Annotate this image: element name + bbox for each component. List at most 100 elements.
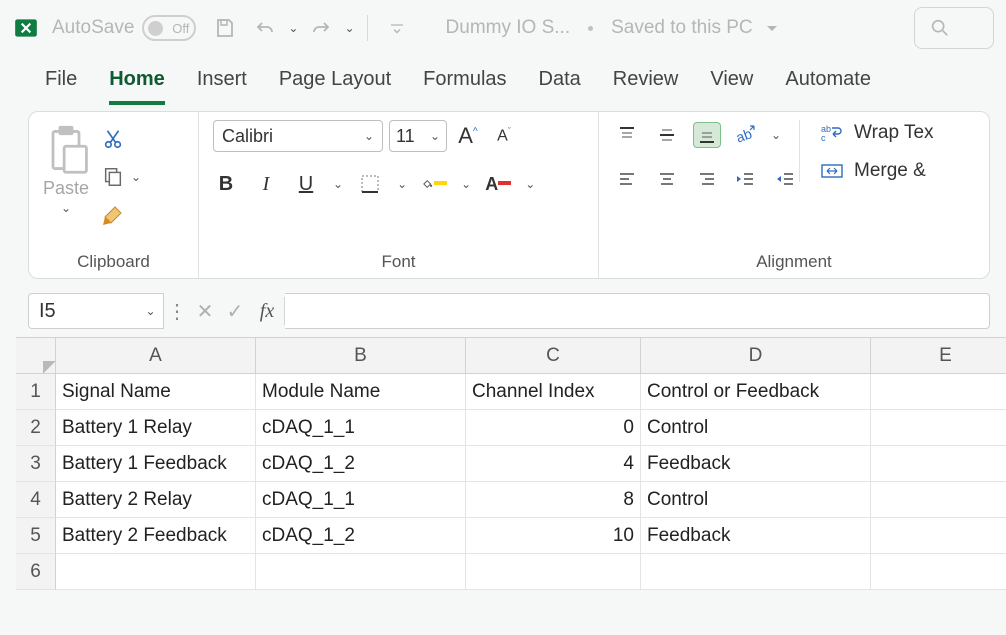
- cell-a1[interactable]: Signal Name: [56, 374, 256, 410]
- cell-d5[interactable]: Feedback: [641, 518, 871, 554]
- format-painter-button[interactable]: [99, 202, 127, 228]
- search-box[interactable]: [914, 7, 994, 49]
- chevron-down-icon[interactable]: ⌄: [397, 177, 407, 191]
- row-header-4[interactable]: 4: [16, 482, 56, 518]
- underline-button[interactable]: U: [293, 170, 319, 198]
- decrease-indent-button[interactable]: [731, 166, 759, 192]
- chevron-down-icon[interactable]: ⌄: [525, 177, 535, 191]
- cell-c3[interactable]: 4: [466, 446, 641, 482]
- cell-e1[interactable]: [871, 374, 1006, 410]
- col-header-a[interactable]: A: [56, 338, 256, 374]
- formula-bar-options[interactable]: ⋮: [168, 293, 186, 329]
- align-left-button[interactable]: [613, 166, 641, 192]
- paste-button[interactable]: Paste ⌄: [43, 120, 89, 215]
- merge-center-button[interactable]: Merge &: [820, 160, 934, 182]
- col-header-e[interactable]: E: [871, 338, 1006, 374]
- align-right-button[interactable]: [693, 166, 721, 192]
- cell-e2[interactable]: [871, 410, 1006, 446]
- row-header-1[interactable]: 1: [16, 374, 56, 410]
- autosave-toggle[interactable]: Off: [142, 15, 196, 41]
- font-name-dropdown[interactable]: Calibri ⌄: [213, 120, 383, 152]
- align-bottom-button[interactable]: [693, 122, 721, 148]
- row-header-6[interactable]: 6: [16, 554, 56, 590]
- save-icon[interactable]: [208, 11, 242, 45]
- copy-button[interactable]: [99, 164, 127, 190]
- cell-a2[interactable]: Battery 1 Relay: [56, 410, 256, 446]
- cell-e4[interactable]: [871, 482, 1006, 518]
- bold-button[interactable]: B: [213, 170, 239, 198]
- redo-button[interactable]: [304, 11, 338, 45]
- font-size-dropdown[interactable]: 11 ⌄: [389, 120, 447, 152]
- enter-icon[interactable]: ✓: [220, 293, 250, 329]
- undo-chevron-icon[interactable]: ⌄: [288, 21, 298, 35]
- cell-b6[interactable]: [256, 554, 466, 590]
- formula-input[interactable]: [285, 293, 990, 329]
- cell-b2[interactable]: cDAQ_1_1: [256, 410, 466, 446]
- orientation-button[interactable]: ab: [731, 122, 759, 148]
- undo-button[interactable]: [248, 11, 282, 45]
- cell-d1[interactable]: Control or Feedback: [641, 374, 871, 410]
- fill-color-button[interactable]: [421, 170, 447, 198]
- fx-button[interactable]: fx: [250, 300, 284, 323]
- align-center-button[interactable]: [653, 166, 681, 192]
- cell-d4[interactable]: Control: [641, 482, 871, 518]
- cell-a3[interactable]: Battery 1 Feedback: [56, 446, 256, 482]
- excel-icon: [12, 14, 40, 42]
- align-middle-button[interactable]: [653, 122, 681, 148]
- cell-b5[interactable]: cDAQ_1_2: [256, 518, 466, 554]
- col-header-b[interactable]: B: [256, 338, 466, 374]
- tab-data[interactable]: Data: [539, 68, 581, 105]
- grow-font-button[interactable]: A^: [453, 120, 483, 152]
- cell-c6[interactable]: [466, 554, 641, 590]
- align-top-button[interactable]: [613, 122, 641, 148]
- name-box-dropdown[interactable]: ⌄: [138, 293, 164, 329]
- tab-home[interactable]: Home: [109, 68, 165, 105]
- col-header-d[interactable]: D: [641, 338, 871, 374]
- chevron-down-icon[interactable]: ⌄: [461, 177, 471, 191]
- borders-button[interactable]: [357, 170, 383, 198]
- tab-formulas[interactable]: Formulas: [423, 68, 506, 105]
- row-header-2[interactable]: 2: [16, 410, 56, 446]
- cell-d6[interactable]: [641, 554, 871, 590]
- tab-page-layout[interactable]: Page Layout: [279, 68, 391, 105]
- chevron-down-icon[interactable]: ⌄: [131, 170, 141, 184]
- spreadsheet-grid: A B C D E 1 Signal Name Module Name Chan…: [16, 337, 1006, 590]
- qat-overflow-button[interactable]: [380, 11, 414, 45]
- tab-review[interactable]: Review: [613, 68, 679, 105]
- cell-a5[interactable]: Battery 2 Feedback: [56, 518, 256, 554]
- tab-view[interactable]: View: [710, 68, 753, 105]
- increase-indent-button[interactable]: [771, 166, 799, 192]
- cut-button[interactable]: [99, 126, 127, 152]
- cell-b4[interactable]: cDAQ_1_1: [256, 482, 466, 518]
- cell-c1[interactable]: Channel Index: [466, 374, 641, 410]
- cell-d3[interactable]: Feedback: [641, 446, 871, 482]
- cell-c2[interactable]: 0: [466, 410, 641, 446]
- name-box[interactable]: I5: [28, 293, 138, 329]
- col-header-c[interactable]: C: [466, 338, 641, 374]
- row-header-5[interactable]: 5: [16, 518, 56, 554]
- cell-e6[interactable]: [871, 554, 1006, 590]
- cell-a4[interactable]: Battery 2 Relay: [56, 482, 256, 518]
- select-all-corner[interactable]: [16, 338, 56, 374]
- tab-insert[interactable]: Insert: [197, 68, 247, 105]
- tab-file[interactable]: File: [45, 68, 77, 105]
- cell-c5[interactable]: 10: [466, 518, 641, 554]
- row-header-3[interactable]: 3: [16, 446, 56, 482]
- cell-b1[interactable]: Module Name: [256, 374, 466, 410]
- cell-d2[interactable]: Control: [641, 410, 871, 446]
- cell-a6[interactable]: [56, 554, 256, 590]
- cell-e3[interactable]: [871, 446, 1006, 482]
- tab-automate[interactable]: Automate: [785, 68, 871, 105]
- document-title[interactable]: Dummy IO S... Saved to this PC: [446, 17, 777, 39]
- chevron-down-icon[interactable]: ⌄: [771, 128, 781, 142]
- cell-b3[interactable]: cDAQ_1_2: [256, 446, 466, 482]
- shrink-font-button[interactable]: Aˇ: [489, 120, 519, 152]
- redo-chevron-icon[interactable]: ⌄: [344, 21, 354, 35]
- italic-button[interactable]: I: [253, 170, 279, 198]
- cancel-icon[interactable]: ✕: [190, 293, 220, 329]
- cell-c4[interactable]: 8: [466, 482, 641, 518]
- chevron-down-icon[interactable]: ⌄: [333, 177, 343, 191]
- cell-e5[interactable]: [871, 518, 1006, 554]
- font-color-button[interactable]: A: [485, 170, 511, 198]
- wrap-text-button[interactable]: abc Wrap Tex: [820, 122, 934, 144]
